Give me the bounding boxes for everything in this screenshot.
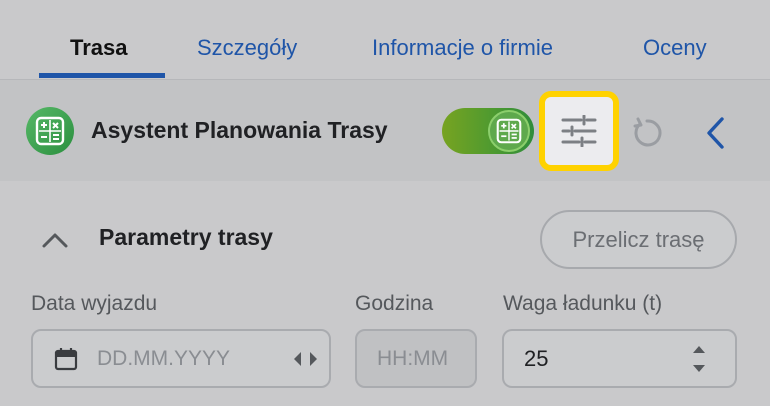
time-label: Godzina bbox=[355, 292, 434, 315]
date-label: Data wyjazdu bbox=[31, 292, 158, 315]
section-title: Parametry trasy bbox=[99, 224, 273, 250]
collapse-panel-button[interactable] bbox=[696, 112, 736, 154]
cargo-weight-input[interactable]: 25 bbox=[502, 329, 737, 388]
reset-button[interactable] bbox=[626, 112, 668, 154]
chevron-up-icon bbox=[42, 233, 68, 248]
chevron-left-icon bbox=[707, 117, 724, 149]
calculator-icon bbox=[488, 110, 530, 152]
assistant-title: Asystent Planowania Trasy bbox=[91, 117, 388, 143]
active-tab-indicator bbox=[39, 73, 165, 78]
sliders-icon bbox=[561, 115, 597, 147]
tab-trasa[interactable]: Trasa bbox=[70, 34, 128, 62]
date-placeholder: DD.MM.YYYY bbox=[97, 347, 231, 370]
date-stepper-arrows-icon[interactable] bbox=[291, 351, 321, 367]
tab-bar: Trasa Szczegóły Informacje o firmie Ocen… bbox=[0, 0, 770, 80]
recalculate-route-button[interactable]: Przelicz trasę bbox=[540, 210, 737, 269]
tab-informacje-o-firmie[interactable]: Informacje o firmie bbox=[372, 34, 553, 62]
refresh-icon bbox=[633, 117, 662, 147]
assistant-toggle[interactable] bbox=[442, 108, 534, 154]
departure-date-input[interactable]: DD.MM.YYYY bbox=[31, 329, 331, 388]
tab-szczegoly[interactable]: Szczegóły bbox=[197, 34, 297, 62]
number-spinner-icon[interactable] bbox=[690, 344, 708, 374]
calendar-icon bbox=[54, 348, 78, 371]
tab-oceny[interactable]: Oceny bbox=[643, 34, 707, 62]
weight-value: 25 bbox=[524, 346, 549, 371]
settings-sliders-button[interactable] bbox=[539, 91, 619, 171]
time-input[interactable]: HH:MM bbox=[355, 329, 477, 388]
calculator-icon bbox=[26, 107, 74, 155]
time-placeholder: HH:MM bbox=[377, 347, 449, 370]
weight-label: Waga ładunku (t) bbox=[503, 292, 663, 315]
section-collapse-button[interactable] bbox=[38, 223, 72, 257]
